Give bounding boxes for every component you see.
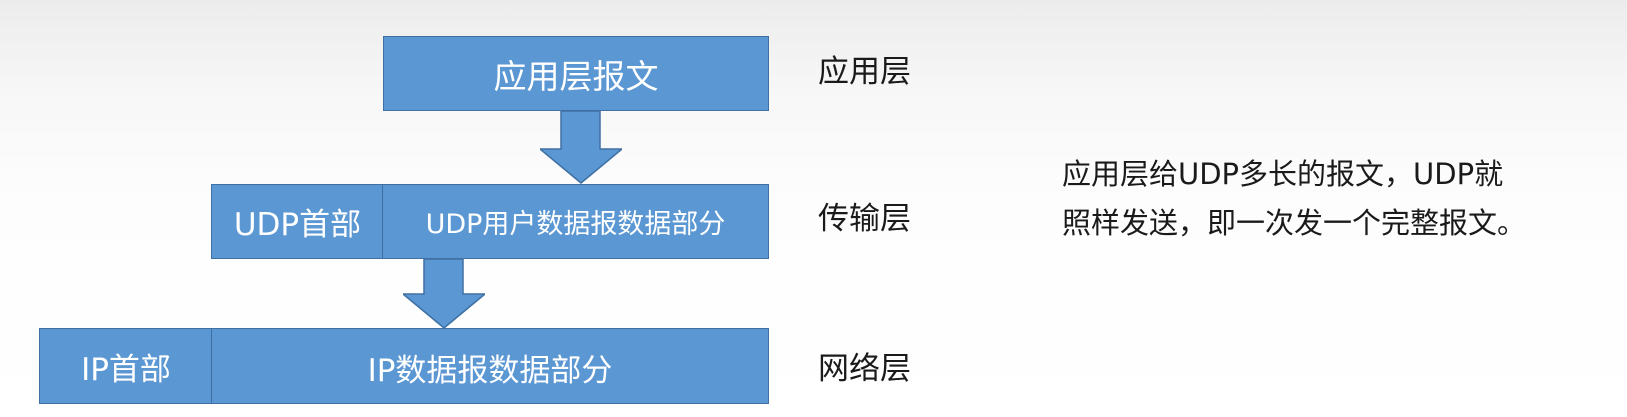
- transport-layer-label: 传输层: [818, 201, 911, 237]
- application-message-label: 应用层报文: [493, 56, 659, 96]
- application-layer-label: 应用层: [818, 54, 911, 90]
- ip-header-box: IP首部: [39, 328, 213, 404]
- udp-note-line-2: 照样发送，即一次发一个完整报文。: [1062, 206, 1527, 240]
- udp-header-label: UDP首部: [233, 207, 362, 243]
- udp-note: 应用层给UDP多长的报文，UDP就 照样发送，即一次发一个完整报文。: [1062, 150, 1622, 248]
- udp-data-box: UDP用户数据报数据部分: [382, 184, 769, 259]
- application-message-box: 应用层报文: [383, 36, 769, 111]
- network-layer-label: 网络层: [818, 351, 911, 387]
- udp-data-label: UDP用户数据报数据部分: [425, 209, 726, 240]
- down-arrow-1: [540, 111, 622, 184]
- down-arrow-2: [403, 259, 485, 329]
- ip-header-label: IP首部: [81, 351, 171, 388]
- udp-note-line-1: 应用层给UDP多长的报文，UDP就: [1062, 157, 1504, 191]
- ip-data-label: IP数据报数据部分: [367, 353, 613, 389]
- udp-header-box: UDP首部: [211, 184, 384, 259]
- ip-data-box: IP数据报数据部分: [211, 328, 769, 404]
